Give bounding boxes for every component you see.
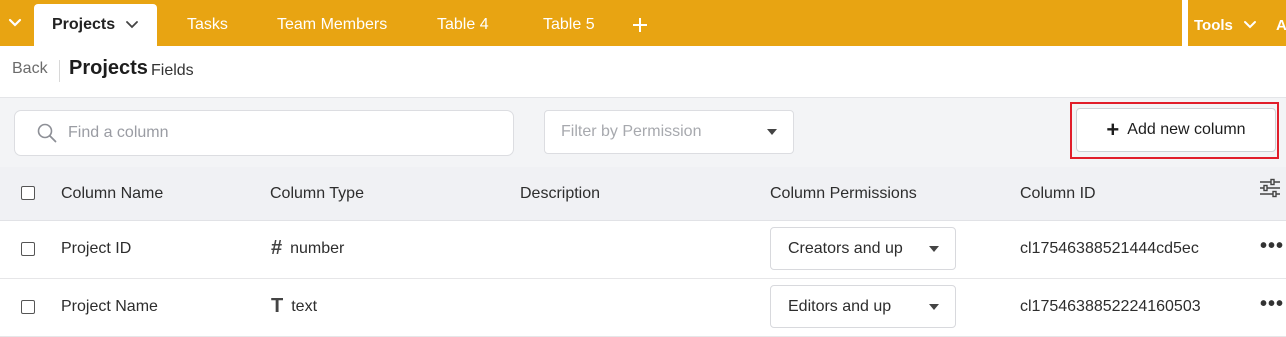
- page-title: Projects: [69, 57, 148, 79]
- plus-icon: +: [1106, 117, 1120, 142]
- row-checkbox[interactable]: [21, 300, 35, 314]
- column-name-cell: Project ID: [61, 240, 132, 257]
- truncated-menu[interactable]: A: [1276, 4, 1286, 46]
- tools-menu[interactable]: Tools: [1194, 4, 1257, 46]
- add-column-label: Add new column: [1127, 121, 1246, 138]
- row-checkbox[interactable]: [21, 242, 35, 256]
- permission-value: Creators and up: [788, 239, 903, 257]
- hash-icon: #: [271, 237, 283, 259]
- top-tab-bar: Projects Tasks Team Members Table 4 Tabl…: [0, 0, 1286, 46]
- column-type-cell: # number: [271, 237, 344, 260]
- filter-placeholder: Filter by Permission: [561, 123, 702, 140]
- column-name-cell: Project Name: [61, 298, 158, 315]
- search-input[interactable]: [66, 123, 490, 143]
- permission-filter-select[interactable]: Filter by Permission: [544, 110, 794, 154]
- column-header-id[interactable]: Column ID: [1020, 185, 1096, 203]
- search-icon: [37, 123, 57, 143]
- collapse-menu-button[interactable]: [0, 0, 30, 46]
- caret-down-icon: [767, 129, 777, 135]
- more-options-icon[interactable]: •••: [1260, 235, 1284, 258]
- back-link[interactable]: Back: [12, 60, 48, 78]
- tab-label: Table 5: [543, 16, 595, 33]
- column-type-label: text: [291, 297, 318, 315]
- text-type-icon: T: [271, 295, 284, 317]
- chevron-down-icon: [1243, 20, 1257, 30]
- breadcrumb-divider: [59, 60, 60, 82]
- chevron-down-icon[interactable]: [125, 20, 139, 30]
- tab-label: Projects: [52, 16, 116, 33]
- table-row: Project ID # number Creators and up cl17…: [0, 221, 1286, 279]
- tab-tasks[interactable]: Tasks: [187, 4, 228, 46]
- add-tab-button[interactable]: [632, 4, 648, 46]
- tab-table-5[interactable]: Table 5: [543, 4, 595, 46]
- permission-value: Editors and up: [788, 297, 892, 315]
- caret-down-icon: [929, 246, 939, 252]
- tools-label: Tools: [1194, 16, 1233, 34]
- tab-projects[interactable]: Projects: [34, 4, 158, 46]
- table-row: Project Name T text Editors and up cl175…: [0, 279, 1286, 337]
- column-type-label: number: [290, 239, 345, 257]
- column-header-permissions[interactable]: Column Permissions: [770, 185, 917, 203]
- tab-label: Table 4: [437, 16, 489, 33]
- column-toolbar: Filter by Permission + Add new column: [0, 97, 1286, 168]
- plus-icon: [633, 18, 647, 32]
- toolbar-divider: [1182, 0, 1188, 46]
- column-header-type[interactable]: Column Type: [270, 185, 364, 203]
- truncated-menu-label: A: [1276, 16, 1286, 34]
- chevron-down-icon: [8, 18, 22, 27]
- tab-label: Team Members: [277, 16, 388, 33]
- column-id-cell: cl1754638852224160503: [1020, 298, 1201, 315]
- more-options-icon[interactable]: •••: [1260, 293, 1284, 316]
- page-subtitle: Fields: [151, 62, 194, 79]
- column-settings-icon[interactable]: [1259, 178, 1281, 198]
- select-all-checkbox[interactable]: [21, 186, 35, 200]
- column-id-cell: cl17546388521444cd5ec: [1020, 240, 1199, 257]
- permission-select[interactable]: Creators and up: [770, 227, 956, 270]
- column-header-description[interactable]: Description: [520, 185, 600, 203]
- search-box[interactable]: [14, 110, 514, 156]
- permission-select[interactable]: Editors and up: [770, 285, 956, 328]
- column-header-name[interactable]: Column Name: [61, 185, 163, 203]
- table-header: Column Name Column Type Description Colu…: [0, 167, 1286, 221]
- caret-down-icon: [929, 304, 939, 310]
- tab-label: Tasks: [187, 16, 228, 33]
- column-type-cell: T text: [271, 295, 317, 318]
- tab-table-4[interactable]: Table 4: [437, 4, 489, 46]
- tab-team-members[interactable]: Team Members: [277, 4, 387, 46]
- add-column-button[interactable]: + Add new column: [1076, 108, 1276, 152]
